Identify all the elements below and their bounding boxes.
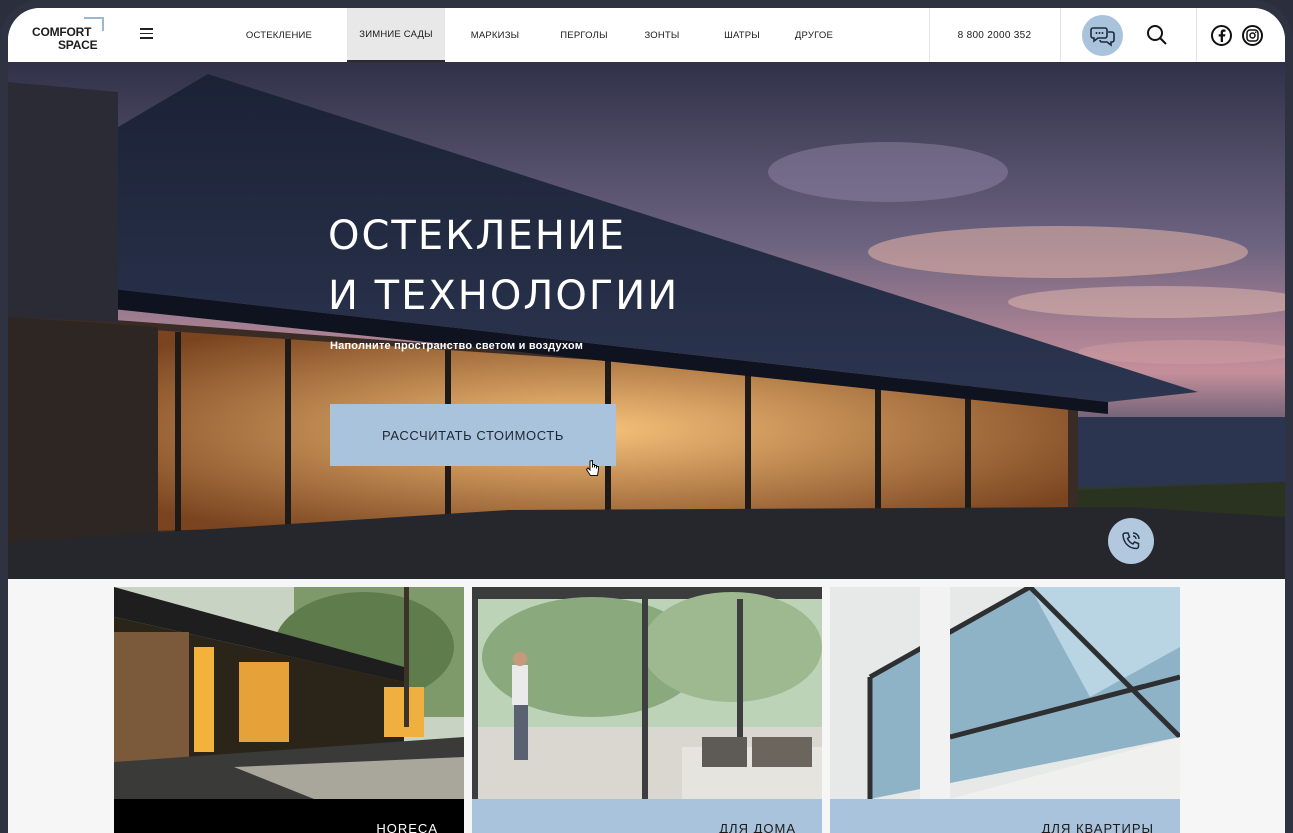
facebook-icon[interactable]	[1211, 25, 1232, 46]
header-divider	[1060, 8, 1061, 62]
header-divider	[1196, 8, 1197, 62]
logo[interactable]: COMFORT SPACE	[30, 17, 108, 57]
hero-subtitle: Наполните пространство светом и воздухом	[330, 340, 584, 352]
nav-item-umbrellas[interactable]: ЗОНТЫ	[629, 8, 695, 62]
instagram-icon[interactable]	[1242, 25, 1263, 46]
menu-icon[interactable]	[140, 28, 153, 39]
card-home-bar: ДЛЯ ДОМА	[472, 799, 822, 833]
browser-viewport: COMFORT SPACE ОСТЕКЛЕНИЕ ЗИМНИЕ САДЫ МАР…	[8, 8, 1285, 833]
search-button[interactable]	[1146, 24, 1168, 46]
site-header: COMFORT SPACE ОСТЕКЛЕНИЕ ЗИМНИЕ САДЫ МАР…	[8, 8, 1285, 62]
card-horeca-bar: HORECA	[114, 799, 464, 833]
hero-title-line-2: И ТЕХНОЛОГИИ	[328, 273, 680, 319]
chat-icon	[1089, 26, 1115, 47]
search-icon	[1147, 25, 1167, 45]
card-apartment-label: ДЛЯ КВАРТИРЫ	[1041, 821, 1154, 833]
hero-title: ОСТЕКЛЕНИЕ И ТЕХНОЛОГИИ	[328, 206, 679, 326]
nav-item-markizy[interactable]: МАРКИЗЫ	[451, 8, 539, 62]
card-apartment-image	[830, 587, 1180, 799]
chat-button[interactable]	[1082, 15, 1123, 56]
callback-button[interactable]	[1108, 518, 1154, 564]
phone-call-icon	[1122, 532, 1140, 550]
nav-item-tents[interactable]: ШАТРЫ	[707, 8, 777, 62]
category-cards: HORECA ДЛЯ ДОМА ДЛЯ КВАРТИРЫ	[114, 587, 1180, 833]
card-horeca[interactable]: HORECA	[114, 587, 464, 833]
nav-item-winter-gardens[interactable]: ЗИМНИЕ САДЫ	[347, 8, 445, 62]
logo-line-1: COMFORT	[32, 25, 92, 39]
pointer-cursor-icon	[586, 460, 599, 476]
phone-number[interactable]: 8 800 2000 352	[929, 8, 1060, 62]
card-home-image	[472, 587, 822, 799]
logo-line-2: SPACE	[58, 38, 98, 52]
card-apartment[interactable]: ДЛЯ КВАРТИРЫ	[830, 587, 1180, 833]
device-frame: COMFORT SPACE ОСТЕКЛЕНИЕ ЗИМНИЕ САДЫ МАР…	[0, 0, 1293, 833]
card-apartment-bar: ДЛЯ КВАРТИРЫ	[830, 799, 1180, 833]
hero-title-line-1: ОСТЕКЛЕНИЕ	[328, 213, 627, 259]
card-home[interactable]: ДЛЯ ДОМА	[472, 587, 822, 833]
card-horeca-label: HORECA	[376, 821, 438, 833]
calculate-cost-button[interactable]: РАССЧИТАТЬ СТОИМОСТЬ	[330, 404, 616, 466]
nav-item-glazing[interactable]: ОСТЕКЛЕНИЕ	[227, 8, 331, 62]
card-home-label: ДЛЯ ДОМА	[719, 821, 796, 833]
hero-banner: ОСТЕКЛЕНИЕ И ТЕХНОЛОГИИ Наполните простр…	[8, 62, 1285, 579]
nav-item-pergolas[interactable]: ПЕРГОЛЫ	[545, 8, 623, 62]
nav-item-other[interactable]: ДРУГОЕ	[779, 8, 849, 62]
main-nav: ОСТЕКЛЕНИЕ ЗИМНИЕ САДЫ МАРКИЗЫ ПЕРГОЛЫ З…	[227, 8, 849, 62]
card-horeca-image	[114, 587, 464, 799]
